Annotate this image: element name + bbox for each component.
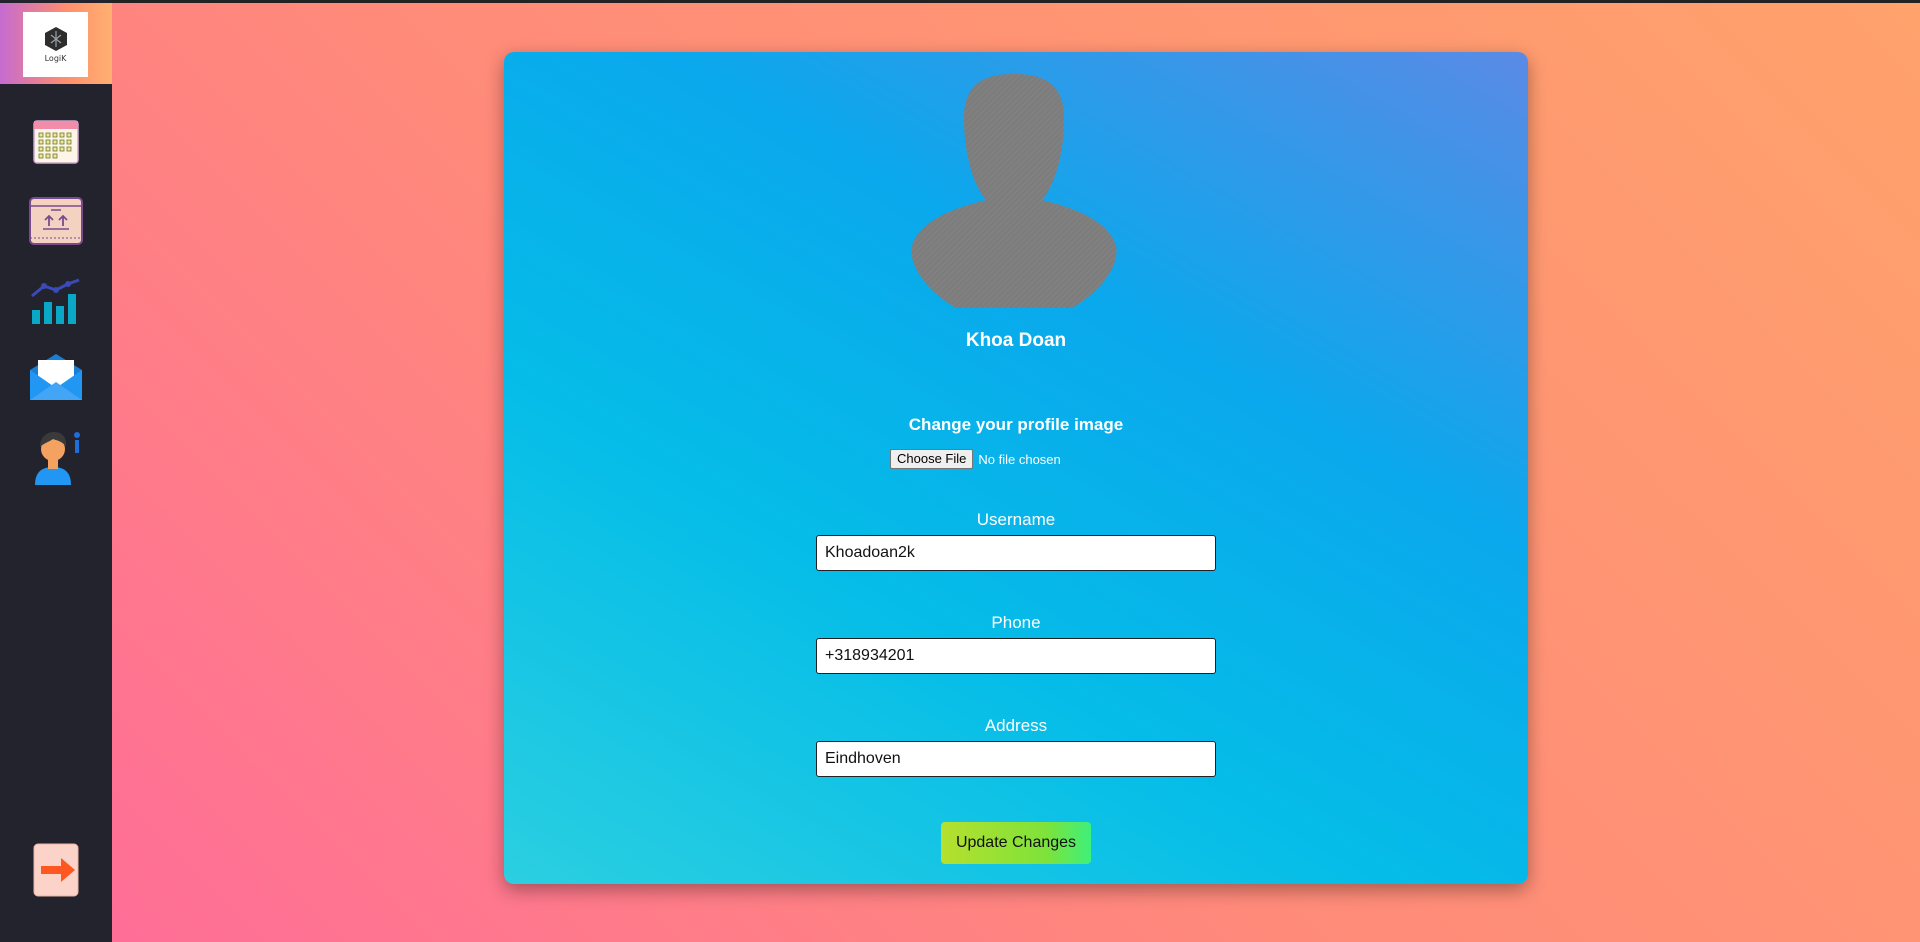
file-status-text: No file chosen: [978, 451, 1061, 467]
profile-card: Khoa Doan Change your profile image Choo…: [504, 52, 1528, 884]
nav-user-info[interactable]: [28, 429, 84, 485]
logo-container: LogiK: [0, 3, 112, 84]
phone-label: Phone: [991, 613, 1041, 632]
logout-button[interactable]: [28, 842, 84, 898]
choose-file-button[interactable]: Choose File: [890, 449, 974, 469]
logo-hexagon-icon: [44, 27, 67, 51]
phone-input[interactable]: [816, 638, 1216, 674]
mail-icon: [30, 354, 82, 400]
calendar-icon: [33, 120, 79, 164]
bar-chart-icon: [31, 278, 80, 324]
user-info-icon: [35, 432, 80, 485]
address-label: Address: [984, 716, 1048, 735]
avatar-placeholder-icon: [911, 74, 1117, 308]
sidebar: LogiK: [0, 0, 112, 942]
username-input[interactable]: [816, 535, 1216, 571]
logo-text: LogiK: [44, 54, 67, 63]
address-input[interactable]: [816, 741, 1216, 777]
nav-chart[interactable]: [28, 273, 84, 329]
logo[interactable]: LogiK: [23, 12, 88, 77]
nav-calendar[interactable]: [28, 113, 84, 169]
profile-name: Khoa Doan: [965, 330, 1067, 351]
arrow-right-icon: [33, 843, 79, 897]
nav-mail[interactable]: [28, 349, 84, 405]
username-label: Username: [976, 510, 1056, 529]
file-picker: Choose File No file chosen: [890, 449, 1061, 469]
update-changes-button[interactable]: Update Changes: [941, 822, 1091, 864]
box-upload-icon: [29, 197, 83, 245]
nav-box-upload[interactable]: [28, 193, 84, 249]
change-image-label: Change your profile image: [908, 415, 1124, 434]
top-border: [0, 0, 1920, 3]
